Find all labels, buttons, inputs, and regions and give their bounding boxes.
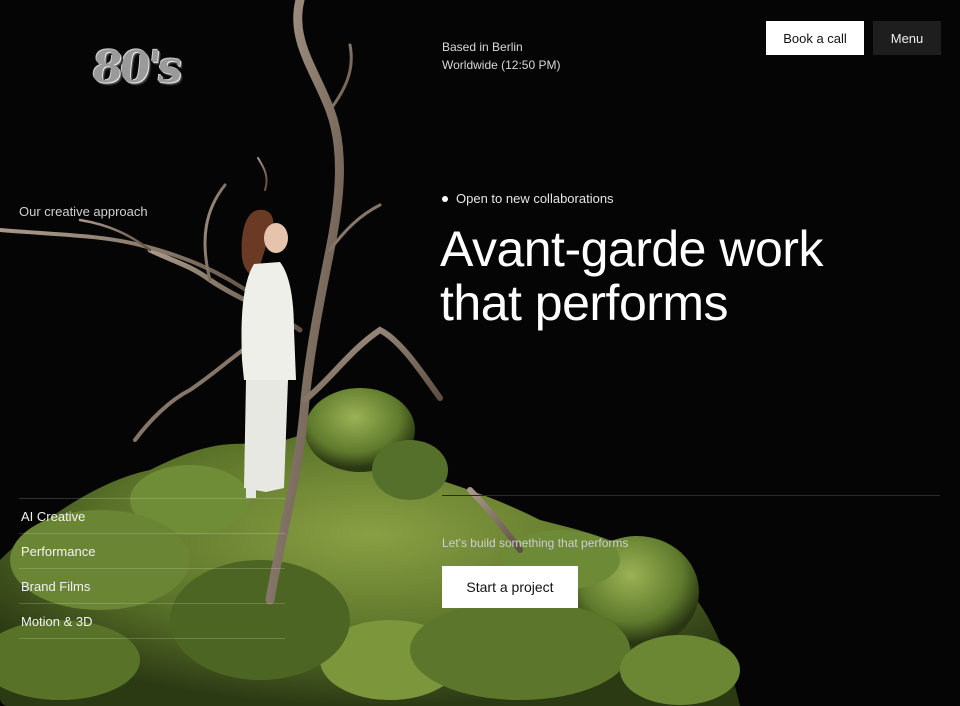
page: 80's Based in Berlin Worldwide (12:50 PM…: [0, 0, 960, 706]
menu-button[interactable]: Menu: [873, 21, 941, 55]
availability-status: Open to new collaborations: [442, 191, 614, 206]
service-item-performance[interactable]: Performance: [19, 533, 285, 568]
location-time: Worldwide (12:50 PM): [442, 58, 561, 72]
headline-line-1: Avant-garde work: [440, 221, 823, 277]
services-list: AI Creative Performance Brand Films Moti…: [19, 498, 285, 639]
section-divider: [442, 495, 940, 496]
brand-logo[interactable]: 80's: [89, 42, 182, 93]
book-call-button[interactable]: Book a call: [766, 21, 864, 55]
service-item-brand-films[interactable]: Brand Films: [19, 568, 285, 603]
status-text: Open to new collaborations: [456, 191, 614, 206]
location-info: Based in Berlin Worldwide (12:50 PM): [442, 38, 561, 74]
cta-tagline: Let's build something that performs: [442, 536, 629, 550]
service-item-ai-creative[interactable]: AI Creative: [19, 498, 285, 533]
service-item-motion-3d[interactable]: Motion & 3D: [19, 603, 285, 639]
location-city: Based in Berlin: [442, 40, 523, 54]
start-project-button[interactable]: Start a project: [442, 566, 578, 608]
status-dot-icon: [442, 195, 448, 202]
creative-approach-label: Our creative approach: [19, 204, 148, 219]
page-title: Avant-garde work that performs: [440, 222, 823, 330]
headline-line-2: that performs: [440, 275, 729, 331]
